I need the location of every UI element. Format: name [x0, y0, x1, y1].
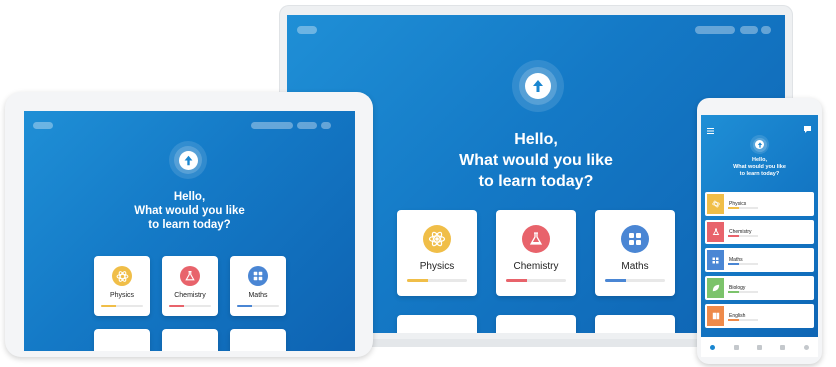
nav-tab-icon[interactable] — [780, 344, 786, 350]
list-item-progress — [728, 291, 758, 293]
greeting-text: Hello, What would you like to learn toda… — [24, 190, 355, 232]
chat-icon[interactable] — [804, 120, 811, 133]
subject-card-placeholder[interactable] — [162, 329, 218, 351]
up-arrow-icon — [755, 140, 764, 149]
subject-card-physics[interactable]: Physics — [397, 210, 477, 296]
list-item-progress — [728, 263, 758, 265]
app-logo — [169, 141, 207, 179]
list-item-progress — [728, 235, 758, 237]
greeting-line-3: to learn today? — [739, 171, 780, 177]
leaf-icon — [707, 278, 724, 298]
app-logo — [512, 60, 564, 112]
subject-card-chemistry[interactable]: Chemistry — [496, 210, 576, 296]
tablet-top-pill-mid[interactable] — [297, 122, 317, 129]
subject-card-placeholder[interactable] — [496, 315, 576, 333]
subject-card-physics[interactable]: Physics — [94, 256, 150, 316]
atom-icon — [423, 225, 451, 253]
subject-progress — [407, 279, 467, 282]
tablet-screen: Hello, What would you like to learn toda… — [24, 111, 355, 351]
phone-screen: Hello, What would you like to learn toda… — [701, 115, 818, 357]
flask-icon — [707, 222, 724, 242]
subject-card-placeholder[interactable] — [595, 315, 675, 333]
subject-label: Chemistry — [174, 292, 206, 299]
tablet-menu-pill[interactable] — [33, 122, 53, 129]
list-item-progress — [728, 207, 758, 209]
subject-card-maths[interactable]: Maths — [595, 210, 675, 296]
greeting-line-1: Hello, — [752, 157, 767, 163]
list-item-chemistry[interactable]: Chemistry — [705, 220, 814, 244]
flask-icon — [522, 225, 550, 253]
greeting-text: Hello, What would you like to learn toda… — [701, 157, 818, 178]
subject-progress — [605, 279, 665, 282]
subject-card-placeholder[interactable] — [397, 315, 477, 333]
subject-progress — [101, 305, 143, 307]
laptop-top-pill-long[interactable] — [695, 26, 735, 34]
nav-profile-icon[interactable] — [803, 344, 809, 350]
bottom-nav — [701, 337, 818, 357]
nav-tab-icon[interactable] — [733, 344, 739, 350]
subject-card-maths[interactable]: Maths — [230, 256, 286, 316]
subject-card-chemistry[interactable]: Chemistry — [162, 256, 218, 316]
subject-progress — [169, 305, 211, 307]
calculator-icon — [707, 250, 724, 270]
laptop-top-pill-short[interactable] — [761, 26, 771, 34]
calculator-icon — [248, 266, 268, 286]
list-item-maths[interactable]: Maths — [705, 248, 814, 272]
tablet-device: Hello, What would you like to learn toda… — [5, 92, 373, 357]
greeting-line-2: What would you like — [733, 164, 786, 170]
laptop-menu-pill[interactable] — [297, 26, 317, 34]
phone-device: Hello, What would you like to learn toda… — [697, 98, 822, 364]
list-item-physics[interactable]: Physics — [705, 192, 814, 216]
atom-icon — [707, 194, 724, 214]
subject-label: Maths — [621, 261, 649, 272]
nav-tab-icon[interactable] — [756, 344, 762, 350]
tablet-top-pill-long[interactable] — [251, 122, 293, 129]
greeting-line-3: to learn today? — [148, 219, 231, 231]
subject-card-placeholder[interactable] — [230, 329, 286, 351]
hamburger-menu-icon[interactable] — [707, 121, 714, 134]
subject-label: Physics — [419, 261, 455, 272]
subject-card-placeholder[interactable] — [94, 329, 150, 351]
calculator-icon — [621, 225, 649, 253]
app-logo — [750, 135, 769, 154]
book-icon — [707, 306, 724, 326]
list-item-english[interactable]: English — [705, 304, 814, 328]
up-arrow-icon — [178, 150, 198, 170]
subject-label: Maths — [248, 292, 268, 299]
nav-home-icon[interactable] — [710, 344, 716, 350]
subject-label: Chemistry — [513, 261, 559, 272]
greeting-line-2: What would you like — [134, 205, 245, 217]
subject-progress — [237, 305, 279, 307]
laptop-top-pill-mid[interactable] — [740, 26, 758, 34]
up-arrow-icon — [525, 73, 551, 99]
subject-label: Physics — [109, 292, 135, 299]
tablet-top-pill-short[interactable] — [321, 122, 331, 129]
list-item-progress — [728, 319, 758, 321]
flask-icon — [180, 266, 200, 286]
subject-progress — [506, 279, 566, 282]
greeting-line-1: Hello, — [173, 191, 206, 203]
list-item-biology[interactable]: Biology — [705, 276, 814, 300]
atom-icon — [112, 266, 132, 286]
